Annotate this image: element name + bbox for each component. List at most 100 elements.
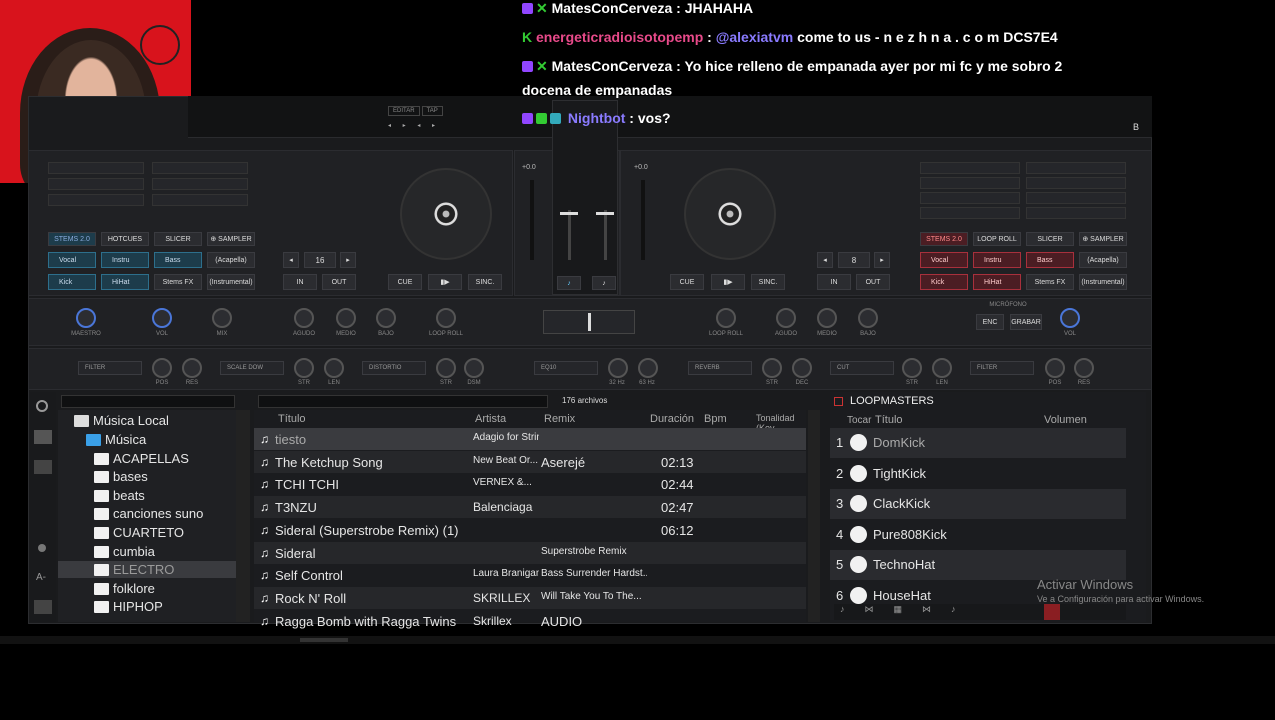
col-duration[interactable]: Duración (650, 413, 694, 425)
jogwheel-left[interactable] (400, 168, 492, 260)
fx2-knob-b[interactable] (324, 358, 344, 378)
volume-fader-handle-right[interactable] (596, 212, 614, 215)
track-row[interactable]: ♫ Ragga Bomb with Ragga Twins Skrillex AUDI… (254, 610, 806, 632)
col-bpm[interactable]: Bpm (704, 413, 727, 425)
loop-in-left[interactable]: IN (283, 274, 317, 290)
track-row[interactable]: ♫ T3NZU Balenciaga 02:47 (254, 496, 806, 519)
tree-item[interactable]: canciones suno (94, 506, 203, 521)
pitch-slider-left[interactable] (530, 180, 534, 260)
pad-hihat-right[interactable]: HiHat (973, 274, 1021, 290)
tree-item[interactable]: HIPHOP (94, 599, 163, 614)
track-row[interactable]: ♫ TCHI TCHI VERNEX &... 02:44 (254, 473, 806, 495)
pad-instrumental-left[interactable]: (Instrumental) (207, 274, 255, 290)
track-row[interactable]: ♫ Sideral Superstrobe Remix (254, 541, 806, 564)
pad-stemsfx-left[interactable]: Stems FX (154, 274, 202, 290)
tree-item[interactable]: ELECTRO (94, 562, 174, 577)
bass-knob-right[interactable] (858, 308, 878, 328)
chat-user[interactable]: Nightbot (568, 110, 626, 126)
hotcue-r8[interactable] (1026, 207, 1126, 219)
track-row[interactable]: ♫ Sideral (Superstrobe Remix) (1) 06:12 (254, 519, 806, 541)
drum-icon[interactable] (850, 556, 867, 573)
hotcue-r3[interactable] (920, 192, 1020, 204)
hotcue-r2[interactable] (920, 177, 1020, 189)
pad-acapella-left[interactable]: (Acapella) (207, 252, 255, 268)
tree-item[interactable]: beats (94, 488, 145, 503)
fx2-knob-a[interactable] (294, 358, 314, 378)
pad-instru-left[interactable]: Instru (101, 252, 149, 268)
master-knob[interactable] (76, 308, 96, 328)
tab-slicer-left[interactable]: SLICER (154, 232, 202, 246)
fx-select-4[interactable]: REVERB (688, 361, 752, 375)
fx6-knob-b[interactable] (1074, 358, 1094, 378)
record-icon[interactable] (38, 544, 46, 552)
sample-row[interactable]: 3 ClackKick (830, 489, 1126, 519)
drum-icon[interactable] (850, 586, 867, 604)
sample-row[interactable]: 1 DomKick (830, 428, 1126, 458)
search-icon[interactable] (36, 400, 48, 412)
tab-stems-left[interactable]: STEMS 2.0 (48, 232, 96, 246)
volume-fader-left[interactable] (568, 210, 571, 260)
hotcue-r1[interactable] (920, 162, 1020, 174)
tree-item[interactable]: Música Local (74, 413, 169, 428)
tree-scrollbar[interactable] (236, 410, 250, 622)
loop-roll-knob-left[interactable] (436, 308, 456, 328)
fx-select-5[interactable]: CUT (830, 361, 894, 375)
chat-user[interactable]: MatesConCerveza (552, 58, 673, 74)
search-input[interactable] (61, 395, 235, 408)
pad-vocal-right[interactable]: Vocal (920, 252, 968, 268)
hotcue-1[interactable] (48, 162, 144, 174)
pad-kick-right[interactable]: Kick (920, 274, 968, 290)
tab-hotcues-left[interactable]: HOTCUES (101, 232, 149, 246)
pad-kick-left[interactable]: Kick (48, 274, 96, 290)
pad-bass-left[interactable]: Bass (154, 252, 202, 268)
play-button-right[interactable]: ▮▶ (711, 274, 745, 290)
tab-loop-roll-right[interactable]: LOOP ROLL (973, 232, 1021, 246)
col-artist[interactable]: Artista (475, 413, 506, 425)
pad-stemsfx-right[interactable]: Stems FX (1026, 274, 1074, 290)
tab-stems-right[interactable]: STEMS 2.0 (920, 232, 968, 246)
tab-sampler-left[interactable]: ⊕ SAMPLER (207, 232, 255, 246)
loop-double-left[interactable]: ▸ (340, 252, 356, 268)
fx4-knob-b[interactable] (792, 358, 812, 378)
drum-icon[interactable] (850, 464, 867, 482)
eq-select[interactable]: EQ10 (534, 361, 598, 375)
loop-roll-knob-right[interactable] (716, 308, 736, 328)
hotcue-r4[interactable] (920, 207, 1020, 219)
sample-row[interactable]: 5 TechnoHat (830, 550, 1126, 580)
track-row[interactable]: ♫ Self Control Laura Branigan Bass Surrende… (254, 564, 806, 586)
drum-icon[interactable] (850, 525, 867, 543)
sample-row[interactable]: 2 TightKick (830, 459, 1126, 489)
fx3-knob-b[interactable] (464, 358, 484, 378)
folder-view-icon[interactable] (34, 430, 52, 444)
fx3-knob-a[interactable] (436, 358, 456, 378)
chat-user[interactable]: energeticradioisotopemp (536, 29, 703, 45)
headphone-cue-right[interactable]: ♪ (592, 276, 616, 290)
hotcue-5[interactable] (152, 178, 248, 190)
fx-select-1[interactable]: FILTER (78, 361, 142, 375)
drum-icon[interactable] (850, 495, 867, 512)
headphone-cue-left[interactable]: ♪ (557, 276, 581, 290)
col-title[interactable]: Título (278, 413, 306, 425)
mix-knob[interactable] (212, 308, 232, 328)
play-button-left[interactable]: ▮▶ (428, 274, 462, 290)
tab-slicer-right[interactable]: SLICER (1026, 232, 1074, 246)
loop-out-left[interactable]: OUT (322, 274, 356, 290)
fx1-knob-a[interactable] (152, 358, 172, 378)
fx5-knob-a[interactable] (902, 358, 922, 378)
sideview-icon[interactable] (34, 460, 52, 474)
mid-knob-left[interactable] (336, 308, 356, 328)
eq-knob-b[interactable] (638, 358, 658, 378)
editar-button[interactable]: EDITAR (388, 106, 420, 116)
hotcue-2[interactable] (48, 178, 144, 190)
fx4-knob-a[interactable] (762, 358, 782, 378)
fx-select-6[interactable]: FILTER (970, 361, 1034, 375)
hotcue-r7[interactable] (1026, 192, 1126, 204)
mic-vol-knob[interactable] (1060, 308, 1080, 328)
chat-user[interactable]: MatesConCerveza (552, 0, 673, 16)
sampler-record-button[interactable] (1044, 604, 1060, 620)
tree-item[interactable]: ACAPELLAS (94, 451, 189, 466)
cue-button-left[interactable]: CUE (388, 274, 422, 290)
pad-vocal-left[interactable]: Vocal (48, 252, 96, 268)
loop-in-right[interactable]: IN (817, 274, 851, 290)
pitch-slider-right[interactable] (641, 180, 645, 260)
